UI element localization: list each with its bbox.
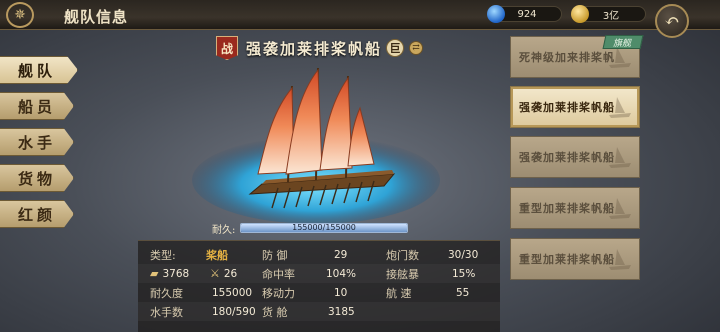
durability-track: 155000/155000 — [240, 223, 408, 233]
fleet-ship-name: 强袭加莱排桨帆船 — [519, 101, 615, 114]
cargo-label: 货 舱 — [262, 305, 288, 319]
ship-illustration — [188, 62, 444, 224]
nav-tab-cargo[interactable]: 货物 — [0, 164, 74, 192]
type-value: 桨船 — [206, 248, 228, 262]
ship-wheel-icon: ✵ — [6, 2, 34, 28]
board-label: 接舷暴 — [386, 267, 419, 281]
nav-tab-companions[interactable]: 红颜 — [0, 200, 74, 228]
fleet-ship-name: 重型加莱排桨帆船 — [519, 253, 615, 266]
ports-label: 炮门数 — [386, 248, 419, 262]
durability-bar: 耐久: 155000/155000 — [212, 221, 412, 236]
row-stripe — [138, 302, 500, 321]
galley-ship-icon — [192, 67, 440, 224]
defense-label: 防 御 — [262, 248, 288, 262]
cargo-value: 3185 — [328, 305, 355, 318]
durability-text: 155000/155000 — [292, 223, 356, 232]
fleet-ship-name: 强袭加莱排桨帆船 — [519, 151, 615, 164]
nav-tab-sailors[interactable]: 水手 — [0, 128, 74, 156]
ship-silhouette-icon — [609, 97, 631, 118]
cannon-icon: ▰ — [150, 267, 159, 280]
mobility-value: 10 — [334, 286, 348, 299]
nav-tab-label: 红颜 — [18, 205, 57, 224]
stats-panel: 类型: 桨船 防 御 29 炮门数 30/30 ▰ 3768 ⚔ 26 命中率 … — [138, 240, 500, 332]
melee-value: 26 — [223, 267, 238, 280]
ship-header: 战 强袭加莱排桨帆船 巨 ⇄ — [216, 36, 426, 60]
crossed-swords-icon: ⚔ — [210, 267, 220, 280]
fleet-ship-card[interactable]: 重型加莱排桨帆船 — [510, 187, 640, 229]
defense-value: 29 — [334, 248, 348, 261]
durability-label: 耐久: — [212, 224, 236, 236]
gold-value: 3亿 — [602, 10, 620, 22]
fleet-ship-name: 重型加莱排桨帆船 — [519, 202, 615, 215]
flagship-badge-label: 旗舰 — [612, 38, 633, 49]
cannon-stat: ▰ 3768 — [150, 264, 189, 283]
battle-badge: 战 — [216, 36, 238, 60]
gem-value: 924 — [517, 8, 537, 20]
fleet-ship-card[interactable]: 强袭加莱排桨帆船 — [510, 136, 640, 178]
endurance-label: 耐久度 — [150, 286, 183, 300]
type-label: 类型: — [150, 248, 176, 262]
swap-icon[interactable]: ⇄ — [409, 41, 424, 55]
melee-stat: ⚔ 26 — [210, 264, 237, 283]
nav-tab-label: 水手 — [18, 133, 57, 152]
gem-counter: 924 — [487, 5, 562, 23]
ship-name: 强袭加莱排桨帆船 — [246, 39, 383, 58]
ship-silhouette-icon — [609, 249, 631, 270]
hit-value: 104% — [326, 267, 357, 280]
gold-coin-icon — [571, 5, 589, 23]
ship-silhouette-icon — [609, 147, 631, 168]
fleet-ship-card[interactable]: 强袭加莱排桨帆船 — [510, 86, 640, 128]
fleet-ship-name: 死神级加来排桨帆 — [519, 51, 615, 64]
ports-value: 30/30 — [448, 248, 479, 261]
hit-label: 命中率 — [262, 267, 295, 281]
sailors-label: 水手数 — [150, 305, 183, 319]
nav-tab-label: 货物 — [18, 169, 57, 188]
page-title: 舰队信息 — [64, 8, 129, 26]
back-button[interactable]: ↶ — [655, 4, 689, 38]
mobility-label: 移动力 — [262, 286, 295, 300]
endurance-value: 155000 — [212, 286, 253, 299]
sailors-value: 180/590 — [212, 305, 256, 318]
cannon-value: 3768 — [162, 267, 190, 280]
back-arrow-icon: ↶ — [664, 10, 680, 32]
nav-tab-label: 舰队 — [18, 61, 57, 80]
fleet-ship-card[interactable]: 重型加莱排桨帆船 — [510, 238, 640, 280]
gem-icon — [487, 5, 505, 23]
speed-label: 航 速 — [386, 286, 412, 300]
ship-silhouette-icon — [609, 198, 631, 219]
nav-tab-crew[interactable]: 船员 — [0, 92, 74, 120]
nav-tab-label: 船员 — [18, 97, 57, 116]
row-stripe — [138, 264, 500, 283]
nav-tab-fleet[interactable]: 舰队 — [0, 56, 78, 84]
board-value: 15% — [452, 267, 476, 280]
top-bar: ✵ 舰队信息 924 3亿 — [0, 0, 720, 30]
speed-value: 55 — [456, 286, 470, 299]
size-badge: 巨 — [386, 39, 405, 57]
gold-counter: 3亿 — [571, 5, 646, 23]
flagship-badge: 旗舰 — [602, 35, 644, 49]
